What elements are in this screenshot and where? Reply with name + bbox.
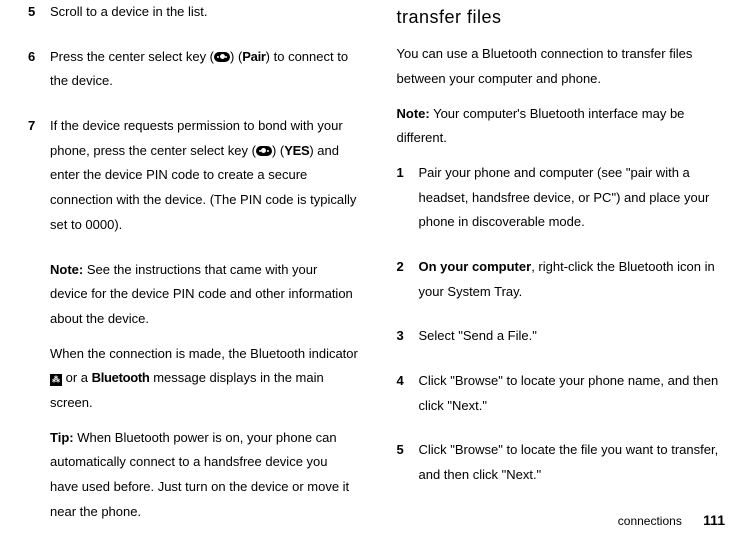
tip-label: Tip:: [50, 430, 74, 445]
bold-fragment: On your computer: [419, 259, 532, 274]
softkey-label: YES: [284, 143, 309, 158]
step-number: 5: [28, 0, 50, 35]
step-text: Scroll to a device in the list.: [50, 0, 359, 25]
step-number: 2: [397, 255, 419, 314]
text-fragment: or a: [62, 370, 92, 385]
center-key-icon: [214, 52, 230, 62]
intro-paragraph: You can use a Bluetooth connection to tr…: [397, 42, 728, 91]
footer-section: connections: [618, 514, 682, 528]
step-5: 5 Scroll to a device in the list.: [28, 0, 359, 35]
step-text: On your computer, right-click the Blueto…: [419, 255, 728, 304]
note-paragraph: Note: Your computer's Bluetooth interfac…: [397, 102, 728, 151]
note-label: Note:: [50, 262, 83, 277]
tip-paragraph: Tip: When Bluetooth power is on, your ph…: [28, 426, 359, 525]
step-text: Press the center select key () (Pair) to…: [50, 45, 359, 94]
center-key-icon: [256, 146, 272, 156]
text-fragment: Press the center select key (: [50, 49, 214, 64]
paragraph: When the connection is made, the Bluetoo…: [28, 342, 359, 416]
step-number: 5: [397, 438, 419, 497]
text-fragment: When the connection is made, the Bluetoo…: [50, 346, 358, 361]
ui-word: Bluetooth: [92, 370, 150, 385]
step-text: Select "Send a File.": [419, 324, 728, 349]
step-1: 1 Pair your phone and computer (see "pai…: [397, 161, 728, 245]
softkey-label: Pair: [242, 49, 265, 64]
step-7-continued: Note: See the instructions that came wit…: [28, 258, 359, 525]
note-text: Your computer's Bluetooth interface may …: [397, 106, 685, 146]
step-4: 4 Click "Browse" to locate your phone na…: [397, 369, 728, 428]
step-number: 1: [397, 161, 419, 245]
step-5r: 5 Click "Browse" to locate the file you …: [397, 438, 728, 497]
step-7: 7 If the device requests permission to b…: [28, 114, 359, 247]
step-number: 3: [397, 324, 419, 359]
tip-text: When Bluetooth power is on, your phone c…: [50, 430, 349, 519]
section-heading: transfer files: [397, 0, 728, 34]
step-number: 4: [397, 369, 419, 428]
step-text: If the device requests permission to bon…: [50, 114, 359, 237]
step-2: 2 On your computer, right-click the Blue…: [397, 255, 728, 314]
step-number: 7: [28, 114, 50, 247]
note-label: Note:: [397, 106, 430, 121]
step-3: 3 Select "Send a File.": [397, 324, 728, 359]
bluetooth-indicator-icon: ⁂: [50, 374, 62, 386]
right-column: transfer files You can use a Bluetooth c…: [397, 0, 728, 534]
step-text: Click "Browse" to locate your phone name…: [419, 369, 728, 418]
step-text: Click "Browse" to locate the file you wa…: [419, 438, 728, 487]
note-text: See the instructions that came with your…: [50, 262, 353, 326]
note-paragraph: Note: See the instructions that came wit…: [28, 258, 359, 332]
step-text: Pair your phone and computer (see "pair …: [419, 161, 728, 235]
page-number: 111: [703, 512, 725, 528]
page-footer: connections 111: [618, 507, 725, 534]
left-column: 5 Scroll to a device in the list. 6 Pres…: [28, 0, 359, 534]
step-number: 6: [28, 45, 50, 104]
step-6: 6 Press the center select key () (Pair) …: [28, 45, 359, 104]
